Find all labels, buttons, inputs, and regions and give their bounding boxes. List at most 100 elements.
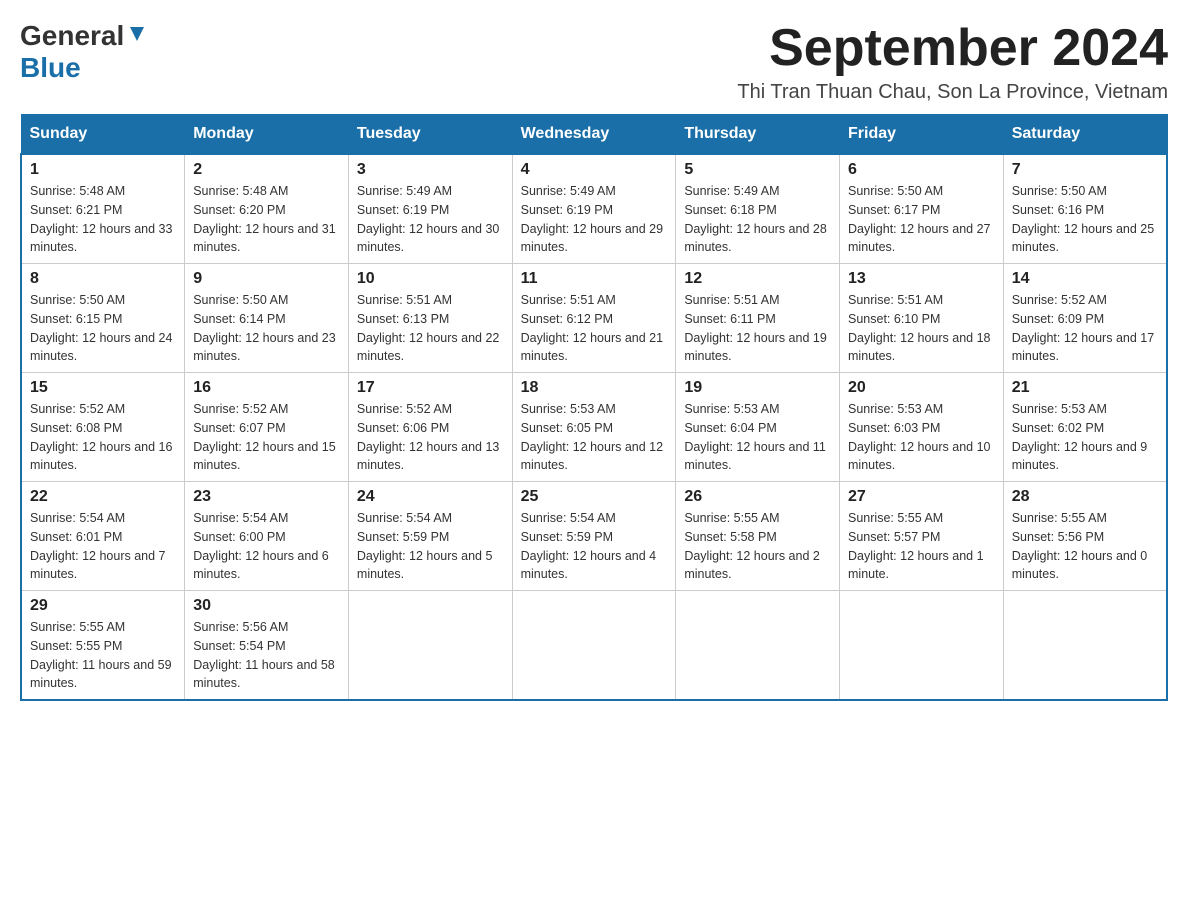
day-info: Sunrise: 5:56 AMSunset: 5:54 PMDaylight:… <box>193 618 340 693</box>
day-info: Sunrise: 5:51 AMSunset: 6:11 PMDaylight:… <box>684 291 831 366</box>
day-number: 16 <box>193 379 340 397</box>
day-info: Sunrise: 5:52 AMSunset: 6:07 PMDaylight:… <box>193 400 340 475</box>
day-number: 30 <box>193 597 340 615</box>
day-number: 23 <box>193 488 340 506</box>
day-info: Sunrise: 5:49 AMSunset: 6:18 PMDaylight:… <box>684 182 831 257</box>
day-number: 26 <box>684 488 831 506</box>
location-subtitle: Thi Tran Thuan Chau, Son La Province, Vi… <box>737 81 1168 104</box>
calendar-day-cell: 12Sunrise: 5:51 AMSunset: 6:11 PMDayligh… <box>676 264 840 373</box>
day-info: Sunrise: 5:54 AMSunset: 5:59 PMDaylight:… <box>521 509 668 584</box>
calendar-day-cell: 23 Sunrise: 5:54 AMSunset: 6:00 PMDayligh… <box>185 482 349 591</box>
day-info: Sunrise: 5:48 AMSunset: 6:21 PMDaylight:… <box>30 182 176 257</box>
day-number: 9 <box>193 270 340 288</box>
day-number: 13 <box>848 270 995 288</box>
calendar-day-cell: 20 Sunrise: 5:53 AMSunset: 6:03 PMDayligh… <box>840 373 1004 482</box>
day-info: Sunrise: 5:52 AMSunset: 6:09 PMDaylight:… <box>1012 291 1158 366</box>
calendar-day-cell: 14 Sunrise: 5:52 AMSunset: 6:09 PMDayligh… <box>1003 264 1167 373</box>
day-number: 1 <box>30 161 176 179</box>
calendar-day-cell: 1 Sunrise: 5:48 AMSunset: 6:21 PMDaylight… <box>21 154 185 264</box>
calendar-week-row: 29 Sunrise: 5:55 AMSunset: 5:55 PMDayligh… <box>21 591 1167 701</box>
day-info: Sunrise: 5:54 AMSunset: 6:01 PMDaylight:… <box>30 509 176 584</box>
day-number: 7 <box>1012 161 1158 179</box>
calendar-day-cell: 18Sunrise: 5:53 AMSunset: 6:05 PMDayligh… <box>512 373 676 482</box>
calendar-day-cell: 19 Sunrise: 5:53 AMSunset: 6:04 PMDayligh… <box>676 373 840 482</box>
calendar-day-cell <box>676 591 840 701</box>
day-number: 11 <box>521 270 668 288</box>
day-info: Sunrise: 5:54 AMSunset: 5:59 PMDaylight:… <box>357 509 504 584</box>
day-info: Sunrise: 5:55 AMSunset: 5:57 PMDaylight:… <box>848 509 995 584</box>
calendar-day-cell: 24 Sunrise: 5:54 AMSunset: 5:59 PMDayligh… <box>348 482 512 591</box>
day-info: Sunrise: 5:55 AMSunset: 5:58 PMDaylight:… <box>684 509 831 584</box>
day-number: 2 <box>193 161 340 179</box>
day-info: Sunrise: 5:53 AMSunset: 6:04 PMDaylight:… <box>684 400 831 475</box>
day-number: 22 <box>30 488 176 506</box>
day-number: 8 <box>30 270 176 288</box>
calendar-day-cell: 5 Sunrise: 5:49 AMSunset: 6:18 PMDaylight… <box>676 154 840 264</box>
calendar-day-cell <box>1003 591 1167 701</box>
day-info: Sunrise: 5:53 AMSunset: 6:02 PMDaylight:… <box>1012 400 1158 475</box>
calendar-day-cell: 28Sunrise: 5:55 AMSunset: 5:56 PMDayligh… <box>1003 482 1167 591</box>
month-year-title: September 2024 <box>737 20 1168 77</box>
calendar-day-cell: 26 Sunrise: 5:55 AMSunset: 5:58 PMDayligh… <box>676 482 840 591</box>
calendar-day-cell: 4 Sunrise: 5:49 AMSunset: 6:19 PMDaylight… <box>512 154 676 264</box>
calendar-day-cell: 10Sunrise: 5:51 AMSunset: 6:13 PMDayligh… <box>348 264 512 373</box>
day-info: Sunrise: 5:55 AMSunset: 5:55 PMDaylight:… <box>30 618 176 693</box>
calendar-day-cell <box>348 591 512 701</box>
calendar-day-cell: 11 Sunrise: 5:51 AMSunset: 6:12 PMDayligh… <box>512 264 676 373</box>
calendar-week-row: 15Sunrise: 5:52 AMSunset: 6:08 PMDayligh… <box>21 373 1167 482</box>
day-of-week-header: Wednesday <box>512 115 676 155</box>
calendar-header: SundayMondayTuesdayWednesdayThursdayFrid… <box>21 115 1167 155</box>
day-info: Sunrise: 5:54 AMSunset: 6:00 PMDaylight:… <box>193 509 340 584</box>
calendar-day-cell: 7 Sunrise: 5:50 AMSunset: 6:16 PMDaylight… <box>1003 154 1167 264</box>
logo: General Blue <box>20 20 148 84</box>
day-number: 24 <box>357 488 504 506</box>
day-number: 17 <box>357 379 504 397</box>
title-block: September 2024 Thi Tran Thuan Chau, Son … <box>737 20 1168 104</box>
day-number: 10 <box>357 270 504 288</box>
calendar-day-cell: 6Sunrise: 5:50 AMSunset: 6:17 PMDaylight… <box>840 154 1004 264</box>
day-of-week-header: Monday <box>185 115 349 155</box>
calendar-day-cell: 30 Sunrise: 5:56 AMSunset: 5:54 PMDayligh… <box>185 591 349 701</box>
day-number: 18 <box>521 379 668 397</box>
day-number: 14 <box>1012 270 1158 288</box>
calendar-day-cell: 22 Sunrise: 5:54 AMSunset: 6:01 PMDayligh… <box>21 482 185 591</box>
day-number: 19 <box>684 379 831 397</box>
calendar-day-cell: 2 Sunrise: 5:48 AMSunset: 6:20 PMDaylight… <box>185 154 349 264</box>
logo-blue-text: Blue <box>20 52 148 84</box>
calendar-body: 1 Sunrise: 5:48 AMSunset: 6:21 PMDaylight… <box>21 154 1167 700</box>
day-of-week-header: Sunday <box>21 115 185 155</box>
calendar-day-cell: 13 Sunrise: 5:51 AMSunset: 6:10 PMDayligh… <box>840 264 1004 373</box>
calendar-week-row: 1 Sunrise: 5:48 AMSunset: 6:21 PMDaylight… <box>21 154 1167 264</box>
day-of-week-header: Friday <box>840 115 1004 155</box>
day-of-week-header: Saturday <box>1003 115 1167 155</box>
day-info: Sunrise: 5:51 AMSunset: 6:12 PMDaylight:… <box>521 291 668 366</box>
day-number: 20 <box>848 379 995 397</box>
day-info: Sunrise: 5:51 AMSunset: 6:10 PMDaylight:… <box>848 291 995 366</box>
logo-arrow-icon <box>126 23 148 45</box>
day-info: Sunrise: 5:49 AMSunset: 6:19 PMDaylight:… <box>521 182 668 257</box>
day-info: Sunrise: 5:50 AMSunset: 6:17 PMDaylight:… <box>848 182 995 257</box>
day-number: 21 <box>1012 379 1158 397</box>
calendar-day-cell: 21 Sunrise: 5:53 AMSunset: 6:02 PMDayligh… <box>1003 373 1167 482</box>
day-info: Sunrise: 5:50 AMSunset: 6:14 PMDaylight:… <box>193 291 340 366</box>
header-row: SundayMondayTuesdayWednesdayThursdayFrid… <box>21 115 1167 155</box>
day-number: 29 <box>30 597 176 615</box>
calendar-week-row: 8 Sunrise: 5:50 AMSunset: 6:15 PMDaylight… <box>21 264 1167 373</box>
calendar-day-cell <box>512 591 676 701</box>
day-of-week-header: Thursday <box>676 115 840 155</box>
day-number: 27 <box>848 488 995 506</box>
calendar-day-cell: 25Sunrise: 5:54 AMSunset: 5:59 PMDayligh… <box>512 482 676 591</box>
day-number: 4 <box>521 161 668 179</box>
day-info: Sunrise: 5:48 AMSunset: 6:20 PMDaylight:… <box>193 182 340 257</box>
day-number: 5 <box>684 161 831 179</box>
calendar-day-cell: 9 Sunrise: 5:50 AMSunset: 6:14 PMDaylight… <box>185 264 349 373</box>
calendar-day-cell: 29 Sunrise: 5:55 AMSunset: 5:55 PMDayligh… <box>21 591 185 701</box>
day-info: Sunrise: 5:53 AMSunset: 6:03 PMDaylight:… <box>848 400 995 475</box>
calendar-day-cell: 27 Sunrise: 5:55 AMSunset: 5:57 PMDayligh… <box>840 482 1004 591</box>
day-info: Sunrise: 5:50 AMSunset: 6:15 PMDaylight:… <box>30 291 176 366</box>
logo-general-text: General <box>20 20 124 52</box>
day-info: Sunrise: 5:50 AMSunset: 6:16 PMDaylight:… <box>1012 182 1158 257</box>
day-info: Sunrise: 5:55 AMSunset: 5:56 PMDaylight:… <box>1012 509 1158 584</box>
day-number: 15 <box>30 379 176 397</box>
day-info: Sunrise: 5:52 AMSunset: 6:06 PMDaylight:… <box>357 400 504 475</box>
